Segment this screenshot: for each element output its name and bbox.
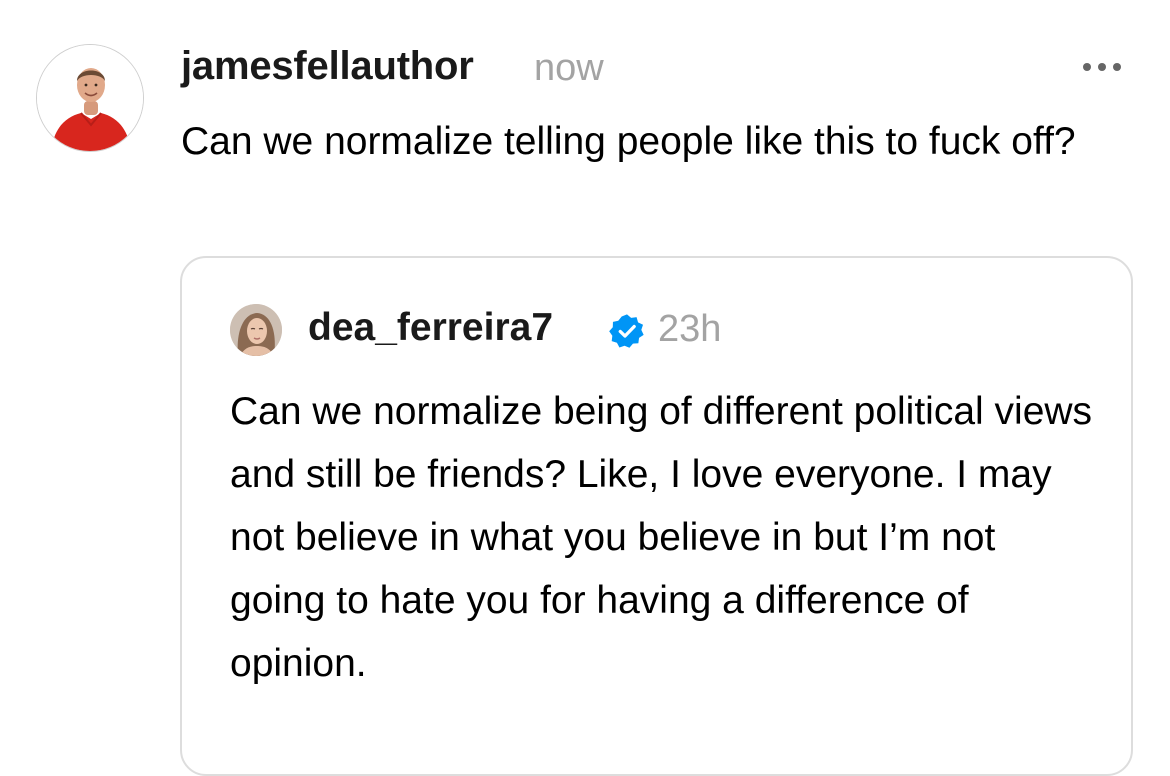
quoted-post-text: Can we normalize being of different poli… <box>230 390 1093 685</box>
quoted-post-timestamp: 23h <box>658 308 722 350</box>
quoted-post-card[interactable]: dea_ferreira7 23h Can we normalize being… <box>180 256 1133 776</box>
profile-photo-icon <box>230 304 282 356</box>
author-username[interactable]: jamesfellauthor <box>181 44 474 89</box>
post-text: Can we normalize telling people like thi… <box>181 120 1076 163</box>
quoted-author-avatar[interactable] <box>230 304 282 356</box>
verified-badge-icon <box>609 314 644 348</box>
profile-photo-icon <box>37 45 143 151</box>
author-avatar[interactable] <box>36 44 144 152</box>
quoted-author-username[interactable]: dea_ferreira7 <box>308 306 553 350</box>
more-horizontal-icon[interactable] <box>1080 58 1124 76</box>
post-timestamp: now <box>534 47 604 89</box>
